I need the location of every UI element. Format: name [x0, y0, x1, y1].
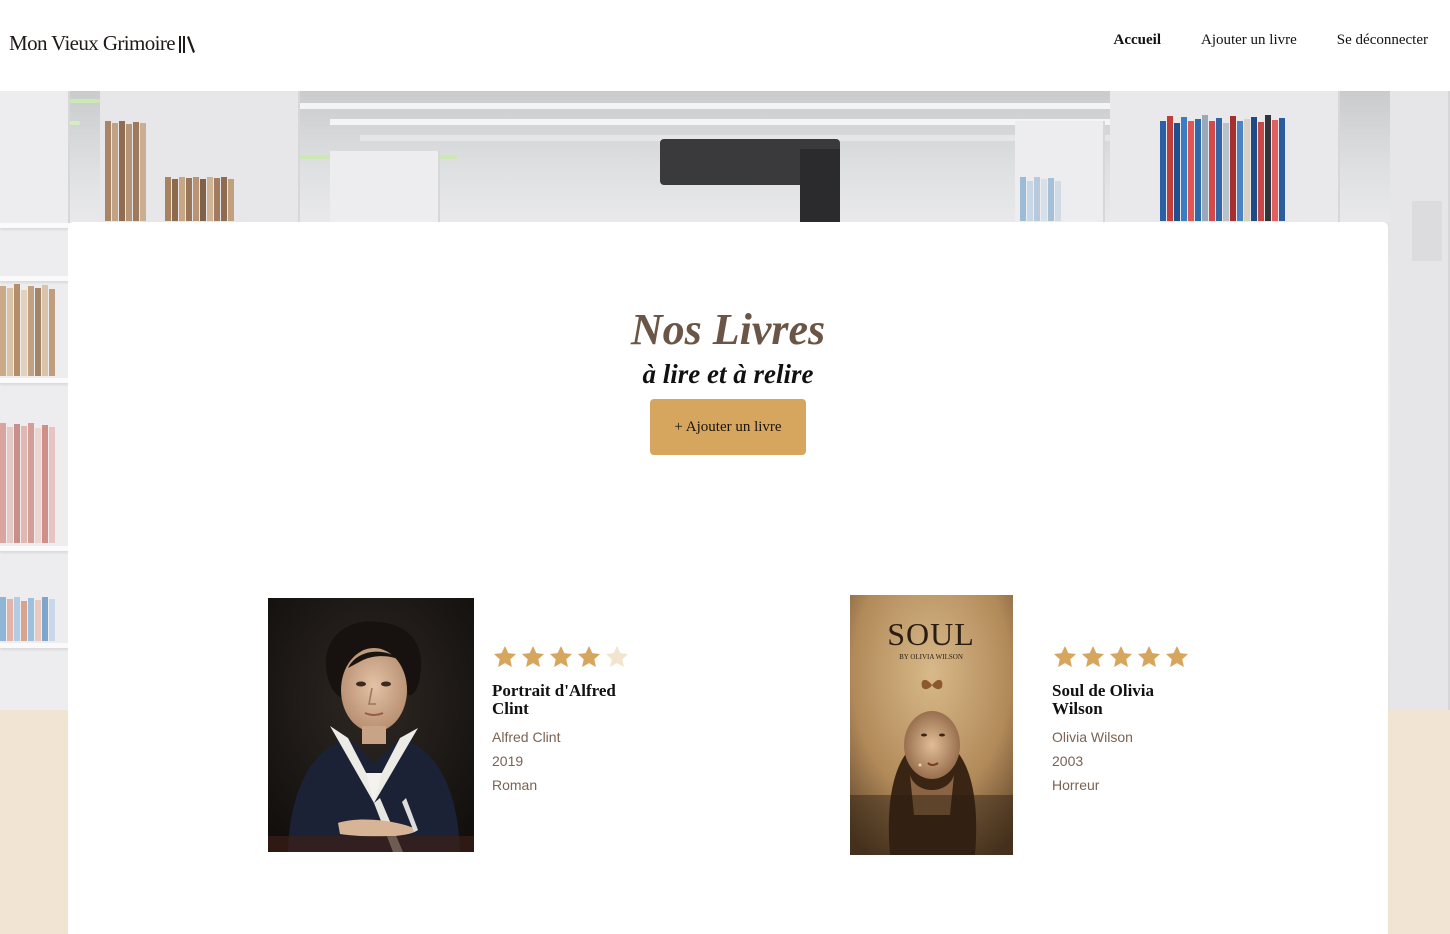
nav-accueil[interactable]: Accueil	[1114, 32, 1161, 49]
star-filled-icon	[1053, 645, 1077, 667]
star-rating	[492, 644, 642, 670]
add-book-button[interactable]: + Ajouter un livre	[650, 399, 806, 455]
star-filled-icon	[521, 645, 545, 667]
nav-se-deconnecter[interactable]: Se déconnecter	[1337, 32, 1428, 49]
cover-title: SOUL	[887, 616, 975, 652]
site-logo[interactable]: Mon Vieux Grimoire	[9, 31, 196, 56]
book-title: Soul de Olivia Wilson	[1052, 681, 1155, 718]
logo-text: Mon Vieux Grimoire	[9, 31, 176, 55]
star-filled-icon	[1165, 645, 1189, 667]
page-subtitle: à lire et à relire	[642, 359, 814, 389]
book-author: Olivia Wilson	[1052, 729, 1133, 745]
star-filled-icon	[577, 645, 601, 667]
book-year: 2003	[1052, 753, 1084, 769]
star-filled-icon	[549, 645, 573, 667]
book-cover-image: SOUL BY OLIVIA WILSON	[850, 595, 1013, 855]
book-year: 2019	[492, 753, 524, 769]
books-icon	[178, 34, 196, 54]
book-info: Portrait d'Alfred Clint Alfred Clint 201…	[492, 644, 642, 797]
star-empty-icon	[605, 645, 629, 667]
book-genre: Roman	[492, 777, 538, 793]
books-card: Nos Livres à lire et à relire + Ajouter …	[68, 222, 1388, 934]
star-filled-icon	[1137, 645, 1161, 667]
book-genre: Horreur	[1052, 777, 1100, 793]
nav-ajouter-livre[interactable]: Ajouter un livre	[1201, 32, 1297, 49]
main-nav: Accueil Ajouter un livre Se déconnecter	[1114, 32, 1429, 49]
book-cover-image	[268, 598, 474, 852]
cover-byline: BY OLIVIA WILSON	[899, 653, 963, 661]
book-info: Soul de Olivia Wilson Olivia Wilson 2003…	[1052, 644, 1202, 797]
star-rating	[1052, 644, 1202, 670]
star-filled-icon	[1109, 645, 1133, 667]
book-author: Alfred Clint	[492, 729, 561, 745]
star-filled-icon	[1081, 645, 1105, 667]
page-title: Nos Livres	[630, 305, 826, 354]
star-filled-icon	[493, 645, 517, 667]
site-header: Mon Vieux Grimoire Accueil Ajouter un li…	[0, 0, 1450, 91]
book-title: Portrait d'Alfred Clint	[492, 681, 616, 718]
